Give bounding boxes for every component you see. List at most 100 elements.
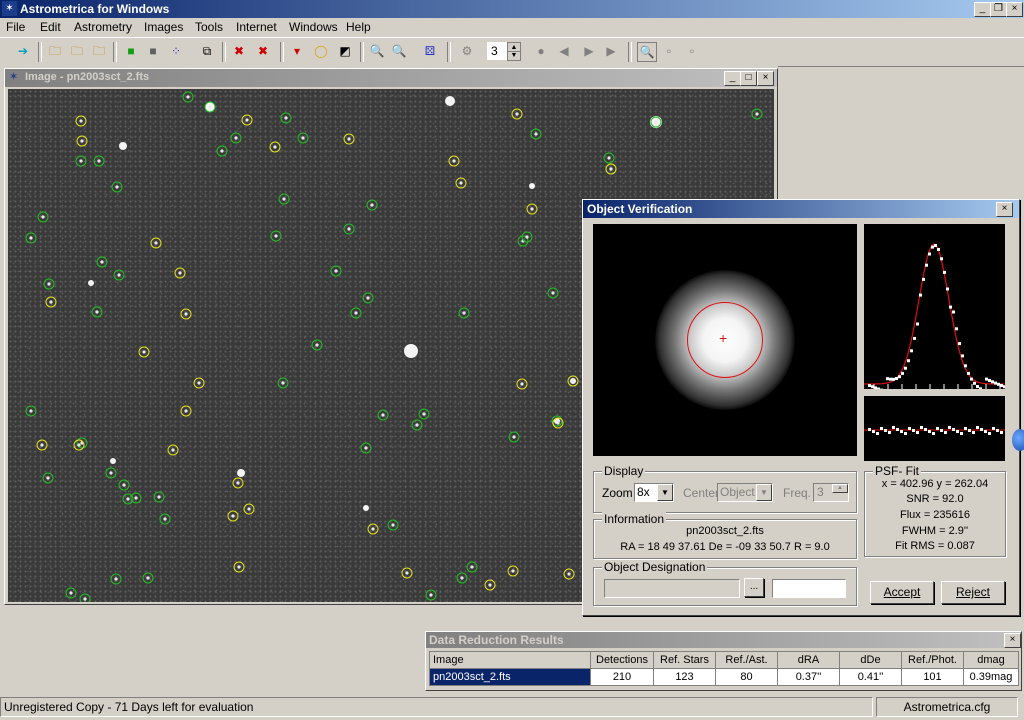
verification-title-bar[interactable]: Object Verification × — [583, 200, 1019, 218]
residual-points — [864, 426, 1005, 435]
menu-internet[interactable]: Internet — [236, 20, 277, 34]
designation-browse-button[interactable]: ... — [744, 578, 764, 597]
stop-icon[interactable]: ● — [532, 42, 550, 60]
results-close-button[interactable]: × — [1004, 633, 1021, 648]
psf-data-point — [949, 305, 952, 309]
green-square-icon[interactable]: ■ — [122, 42, 140, 60]
menu-windows[interactable]: Windows — [289, 20, 338, 34]
copy-icon[interactable]: ⧉ — [198, 42, 216, 60]
image-maximize-button[interactable]: □ — [740, 71, 757, 86]
next-icon[interactable]: ▶ — [580, 42, 598, 60]
star-dot — [134, 496, 138, 500]
image-window-title-bar[interactable]: ✶ Image - pn2003sct_2.fts _ □ × — [5, 69, 777, 87]
center-select[interactable]: Object ▼ — [717, 483, 773, 502]
cross-red-icon[interactable]: ✖ — [230, 42, 248, 60]
verification-close-button[interactable]: × — [996, 202, 1013, 217]
star-dot — [282, 197, 286, 201]
star-dot — [247, 507, 251, 511]
designation-code-input[interactable] — [772, 579, 846, 598]
table-cell-image[interactable]: pn2003sct_2.fts — [429, 668, 591, 686]
app-icon[interactable]: ✶ — [2, 1, 17, 16]
close-button[interactable]: × — [1006, 2, 1023, 17]
toolbar-separator — [360, 42, 364, 62]
star-dot — [40, 443, 44, 447]
contrast-icon[interactable]: ◩ — [336, 42, 354, 60]
small-square-2-icon[interactable]: ▫ — [683, 42, 701, 60]
menu-images[interactable]: Images — [144, 20, 183, 34]
zoom-out-icon[interactable]: 🔍 — [390, 42, 408, 60]
dice-icon[interactable]: ⚄ — [421, 42, 439, 60]
arrow-right-icon[interactable]: ➔ — [14, 42, 32, 60]
spin-down-icon[interactable]: ▼ — [507, 51, 521, 61]
star-dot — [122, 483, 126, 487]
table-row[interactable]: pn2003sct_2.fts 210 123 80 0.37'' 0.41''… — [429, 668, 1019, 686]
star-dot — [530, 207, 534, 211]
column-header[interactable]: dDe — [839, 651, 902, 669]
menu-help[interactable]: Help — [346, 20, 371, 34]
table-cell-ref-ast[interactable]: 80 — [715, 668, 778, 686]
zoom-select[interactable]: 8x ▼ — [634, 483, 674, 502]
object-verification-dialog: Object Verification × + Display Zoom 8x … — [582, 199, 1020, 616]
menu-file[interactable]: File — [6, 20, 25, 34]
table-cell-ref-phot[interactable]: 101 — [901, 668, 964, 686]
accept-button[interactable]: Accept — [870, 581, 934, 604]
chevron-down-icon[interactable]: ▼ — [657, 484, 673, 501]
star-dot — [347, 137, 351, 141]
results-title-bar[interactable]: Data Reduction Results × — [426, 632, 1021, 648]
zoomed-star-view[interactable]: + — [593, 224, 857, 456]
open-folder-icon[interactable]: 🗀 — [46, 42, 64, 60]
toolbar-separator — [628, 42, 632, 62]
results-table: Image Detections Ref. Stars Ref./Ast. dR… — [429, 651, 1019, 686]
reject-button[interactable]: Reject — [941, 581, 1005, 604]
menu-edit[interactable]: Edit — [40, 20, 61, 34]
image-minimize-button[interactable]: _ — [724, 71, 741, 86]
psf-data-point — [868, 384, 871, 387]
star-dot — [154, 241, 158, 245]
zoom-in-icon[interactable]: 🔍 — [368, 42, 386, 60]
residual-point — [900, 430, 903, 433]
table-cell-dra[interactable]: 0.37'' — [777, 668, 840, 686]
column-header[interactable]: Detections — [590, 651, 654, 669]
column-header[interactable]: Ref./Phot. — [901, 651, 964, 669]
small-square-icon[interactable]: ▫ — [660, 42, 678, 60]
search-icon[interactable]: 🔍 — [637, 42, 657, 62]
menu-astrometry[interactable]: Astrometry — [74, 20, 132, 34]
star-dot — [208, 105, 212, 109]
gray-square-icon[interactable]: ■ — [144, 42, 162, 60]
column-header[interactable]: dRA — [777, 651, 840, 669]
blink-icon[interactable]: ⚙ — [458, 42, 476, 60]
psf-data-point — [919, 293, 922, 297]
play-icon[interactable]: ▶ — [602, 42, 620, 60]
table-cell-dmag[interactable]: 0.39mag — [963, 668, 1019, 686]
spin-up-icon[interactable]: ▲ — [832, 484, 848, 493]
restore-button[interactable]: ❐ — [990, 2, 1007, 17]
open-folder-3-icon[interactable]: 🗀 — [90, 42, 108, 60]
star-dot — [220, 149, 224, 153]
column-header[interactable]: Ref. Stars — [653, 651, 716, 669]
marker-icon[interactable]: ▾ — [288, 42, 306, 60]
table-cell-ref-stars[interactable]: 123 — [653, 668, 716, 686]
image-close-button[interactable]: × — [757, 71, 774, 86]
cross-red-2-icon[interactable]: ✖ — [254, 42, 272, 60]
previous-icon[interactable]: ◀ — [555, 42, 573, 60]
column-header[interactable]: Ref./Ast. — [715, 651, 778, 669]
chevron-down-icon[interactable]: ▼ — [756, 484, 772, 501]
menu-tools[interactable]: Tools — [195, 20, 223, 34]
star-dot — [186, 95, 190, 99]
table-cell-dde[interactable]: 0.41'' — [839, 668, 902, 686]
accept-button-label: Accept — [883, 585, 921, 599]
table-cell-detections[interactable]: 210 — [590, 668, 654, 686]
minimize-button[interactable]: _ — [974, 2, 991, 17]
globe-icon[interactable] — [1012, 429, 1024, 451]
object-designation-group: Object Designation ... — [593, 560, 857, 606]
frame-spinner[interactable]: 3 ▲ ▼ — [487, 42, 521, 61]
circle-icon[interactable]: ◯ — [312, 42, 330, 60]
dots-icon[interactable]: ⁘ — [167, 42, 185, 60]
open-folder-2-icon[interactable]: 🗀 — [68, 42, 86, 60]
designation-input[interactable] — [604, 579, 740, 598]
column-header[interactable]: Image — [429, 651, 591, 669]
column-header[interactable]: dmag — [963, 651, 1019, 669]
bright-star — [445, 96, 455, 106]
star-dot — [607, 156, 611, 160]
freq-spinner[interactable]: 3 ▲ — [813, 483, 849, 502]
